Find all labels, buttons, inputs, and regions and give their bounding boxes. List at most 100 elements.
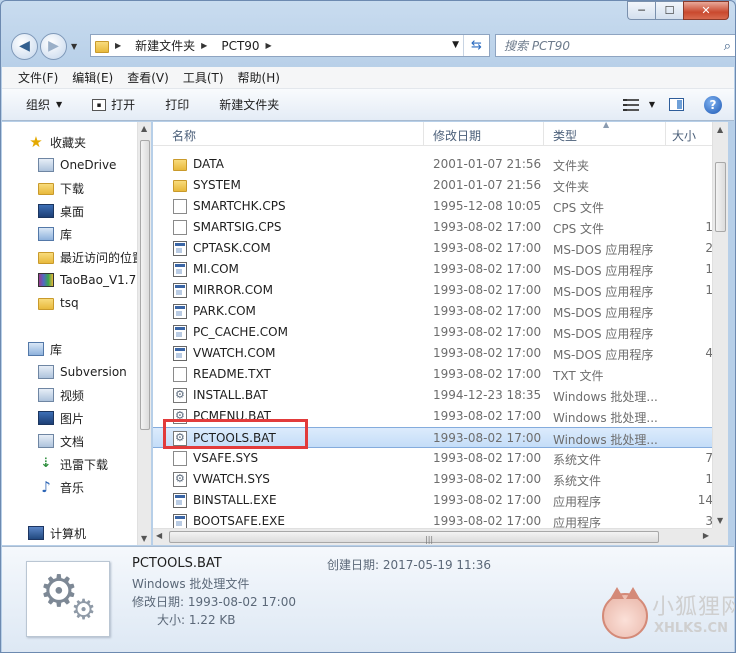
minimize-button[interactable]: ─ — [627, 1, 655, 20]
watermark-url: XHLKS.CN — [654, 621, 728, 636]
breadcrumb-separator-2[interactable]: ▶ — [266, 41, 280, 50]
nav-videos[interactable]: 视频 — [38, 385, 84, 405]
file-row[interactable]: CPTASK.COM 1993-08-02 17:00 MS-DOS 应用程序 2 — [153, 238, 713, 259]
nav-documents[interactable]: 文档 — [38, 431, 84, 451]
menu-view[interactable]: 查看(V) — [127, 69, 169, 86]
application-icon — [173, 283, 187, 298]
nav-label: 最近访问的位置 — [60, 250, 145, 265]
search-input[interactable] — [504, 38, 694, 53]
print-button[interactable]: 打印 — [165, 96, 189, 113]
organize-button[interactable]: 组织 ▼ — [26, 96, 62, 113]
nav-pictures[interactable]: 图片 — [38, 408, 84, 428]
file-row[interactable]: PC_CACHE.COM 1993-08-02 17:00 MS-DOS 应用程序 — [153, 322, 713, 343]
nav-computer[interactable]: 计算机 — [28, 523, 86, 543]
search-box[interactable]: ⌕ — [495, 34, 735, 57]
file-row[interactable]: MI.COM 1993-08-02 17:00 MS-DOS 应用程序 1 — [153, 259, 713, 280]
file-list-vertical-scrollbar[interactable]: ▲ ▼ — [712, 122, 728, 528]
breadcrumb-separator-1[interactable]: ▶ — [201, 41, 215, 50]
nav-tsq[interactable]: tsq — [38, 293, 79, 313]
folder-icon — [95, 40, 109, 53]
details-modified-date: 修改日期: 1993-08-02 17:00 — [132, 595, 296, 609]
file-thumbnail: ⚙ ⚙ — [26, 561, 110, 637]
nav-onedrive[interactable]: OneDrive — [38, 155, 116, 175]
file-date: 1993-08-02 17:00 — [433, 472, 542, 486]
menu-tools[interactable]: 工具(T) — [183, 69, 224, 86]
address-bar[interactable]: ▶ 新建文件夹 ▶ PCT90 ▶ ▼ ⇆ — [90, 34, 490, 57]
site-watermark: 小狐狸网 XHLKS.CN — [602, 587, 735, 647]
help-icon[interactable]: ? — [704, 95, 722, 114]
file-row[interactable]: BINSTALL.EXE 1993-08-02 17:00 应用程序 14 — [153, 490, 713, 511]
menu-edit[interactable]: 编辑(E) — [72, 69, 113, 86]
scroll-right-icon[interactable]: ▶ — [703, 531, 709, 540]
file-row[interactable]: SMARTCHK.CPS 1995-12-08 10:05 CPS 文件 — [153, 196, 713, 217]
file-row[interactable]: VSAFE.SYS 1993-08-02 17:00 系统文件 7 — [153, 448, 713, 469]
file-list-horizontal-scrollbar[interactable]: ◀ ||| ▶ — [153, 528, 712, 545]
nav-downloads[interactable]: 下载 — [38, 178, 84, 198]
breadcrumb-label: PCT90 — [221, 38, 260, 53]
view-dropdown-icon[interactable]: ▼ — [649, 100, 655, 109]
chevron-down-icon: ▼ — [56, 100, 63, 109]
scroll-left-icon[interactable]: ◀ — [156, 531, 162, 540]
breadcrumb-separator-root[interactable]: ▶ — [115, 41, 129, 50]
nav-recent-places[interactable]: 最近访问的位置 — [38, 247, 144, 267]
recent-pages-dropdown-icon[interactable]: ▼ — [71, 42, 77, 51]
file-row[interactable]: MIRROR.COM 1993-08-02 17:00 MS-DOS 应用程序 1 — [153, 280, 713, 301]
file-type: CPS 文件 — [553, 201, 605, 215]
nav-subversion[interactable]: Subversion — [38, 362, 127, 382]
maximize-button[interactable]: ☐ — [655, 1, 683, 20]
file-date: 1993-08-02 17:00 — [433, 304, 542, 318]
vertical-scrollbar-thumb[interactable] — [715, 162, 726, 232]
highlight-box — [163, 419, 308, 449]
nav-label: OneDrive — [60, 158, 117, 172]
nav-music[interactable]: ♪ 音乐 — [38, 477, 84, 497]
file-date: 1993-08-02 17:00 — [433, 367, 542, 381]
column-date-modified[interactable]: 修改日期 — [433, 127, 481, 144]
new-folder-button[interactable]: 新建文件夹 — [219, 96, 279, 113]
file-row[interactable]: SMARTSIG.CPS 1993-08-02 17:00 CPS 文件 1 — [153, 217, 713, 238]
scroll-down-icon[interactable]: ▼ — [141, 534, 147, 543]
preview-pane-icon[interactable] — [669, 98, 684, 111]
forward-button[interactable]: ▶ — [40, 32, 67, 60]
menu-help[interactable]: 帮助(H) — [238, 69, 280, 86]
file-row[interactable]: README.TXT 1993-08-02 17:00 TXT 文件 — [153, 364, 713, 385]
menu-file[interactable]: 文件(F) — [18, 69, 58, 86]
file-row[interactable]: SYSTEM 2001-01-07 21:56 文件夹 — [153, 175, 713, 196]
nav-favorites[interactable]: ★ 收藏夹 — [28, 132, 86, 152]
breadcrumb-pct90[interactable]: PCT90 — [221, 39, 259, 53]
column-type[interactable]: 类型 — [553, 127, 577, 144]
column-size[interactable]: 大小 — [672, 127, 696, 144]
file-row[interactable]: INSTALL.BAT 1994-12-23 18:35 Windows 批处理..… — [153, 385, 713, 406]
view-details-icon[interactable] — [622, 98, 639, 111]
close-button[interactable]: ✕ — [683, 1, 729, 20]
horizontal-scrollbar-thumb[interactable]: ||| — [169, 531, 659, 544]
application-icon — [173, 325, 187, 340]
file-row[interactable]: PARK.COM 1993-08-02 17:00 MS-DOS 应用程序 — [153, 301, 713, 322]
nav-taobao[interactable]: TaoBao_V1.7 — [38, 270, 136, 290]
file-name: DATA — [193, 157, 224, 171]
nav-thunder-downloads[interactable]: ⇣ 迅雷下载 — [38, 454, 108, 474]
nav-library-shortcut[interactable]: 库 — [38, 224, 72, 244]
folder-icon — [173, 180, 187, 192]
watermark-title: 小狐狸网 — [652, 595, 736, 620]
file-name: CPTASK.COM — [193, 241, 271, 255]
scroll-down-icon[interactable]: ▼ — [717, 516, 723, 525]
file-row[interactable]: VWATCH.COM 1993-08-02 17:00 MS-DOS 应用程序 4 — [153, 343, 713, 364]
nav-label: 收藏夹 — [50, 135, 87, 150]
file-row[interactable]: DATA 2001-01-07 21:56 文件夹 — [153, 154, 713, 175]
nav-scrollbar-thumb[interactable] — [140, 140, 150, 430]
column-name[interactable]: 名称 — [172, 127, 196, 144]
breadcrumb-new-folder[interactable]: 新建文件夹 — [135, 37, 195, 54]
nav-desktop[interactable]: 桌面 — [38, 201, 84, 221]
menu-bar: 文件(F) 编辑(E) 查看(V) 工具(T) 帮助(H) — [2, 67, 734, 89]
star-icon: ★ — [29, 133, 43, 151]
file-row[interactable]: VWATCH.SYS 1993-08-02 17:00 系统文件 1 — [153, 469, 713, 490]
nav-scrollbar[interactable]: ▲ ▼ — [137, 122, 151, 545]
nav-libraries[interactable]: 库 — [28, 339, 62, 359]
scroll-up-icon[interactable]: ▲ — [717, 125, 723, 134]
back-button[interactable]: ◀ — [11, 32, 38, 60]
search-icon[interactable]: ⌕ — [724, 39, 731, 54]
address-dropdown-icon[interactable]: ▼ — [452, 40, 459, 50]
open-button[interactable]: ▪ 打开 — [92, 96, 135, 113]
scroll-up-icon[interactable]: ▲ — [141, 124, 147, 133]
refresh-icon[interactable]: ⇆ — [463, 35, 489, 56]
